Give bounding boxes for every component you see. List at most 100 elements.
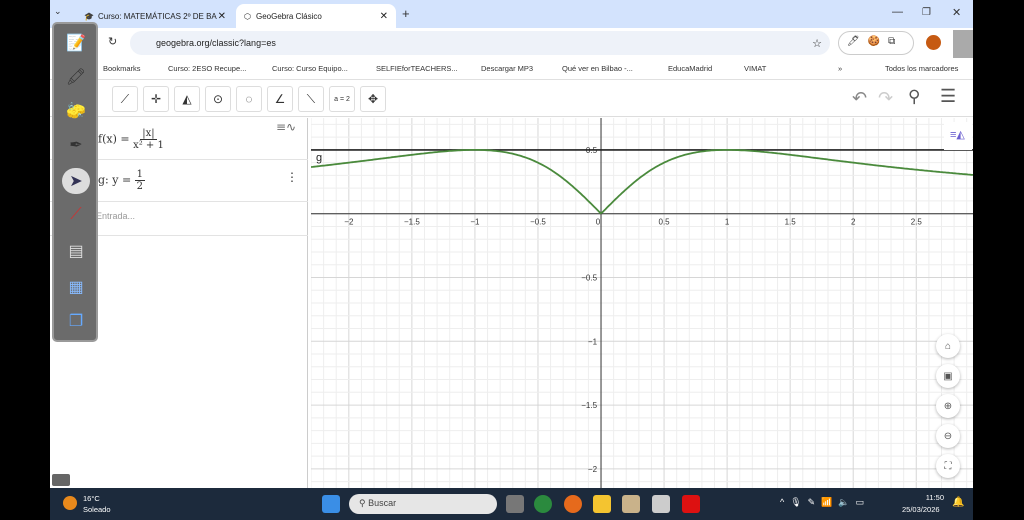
screen-capture-icon[interactable]: ▦ bbox=[62, 274, 90, 300]
tab-bar: ⌄ 🎓 Curso: MATEMÁTICAS 2º DE BA ✕ ⬡ GeoGebr… bbox=[50, 0, 973, 28]
y-tick-label: −2 bbox=[588, 465, 598, 474]
x-tick-label: 2 bbox=[851, 218, 856, 227]
search-label: Buscar bbox=[368, 498, 397, 508]
x-tick-label: 0 bbox=[596, 218, 601, 227]
keyboard-tool-icon[interactable]: ▤ bbox=[62, 238, 90, 264]
bookmark-item[interactable]: Bookmarks bbox=[103, 64, 141, 73]
bookmark-star-icon[interactable]: ☆ bbox=[812, 37, 822, 50]
close-window-button[interactable]: ✕ bbox=[952, 6, 961, 19]
g-fraction: 12 bbox=[134, 169, 146, 192]
firefox-icon[interactable] bbox=[564, 495, 582, 513]
graphics-view[interactable]: −2−1.5−1−0.500.511.522.50.5−0.5−1−1.5−2g bbox=[311, 118, 973, 488]
more-options-icon[interactable]: ⋮ bbox=[286, 170, 298, 184]
address-bar-row: ↻ geogebra.org/classic?lang=es ☆ 🖊🍪⧉ bbox=[50, 28, 973, 58]
window-switch-icon[interactable]: ❐ bbox=[62, 308, 90, 334]
start-button[interactable] bbox=[322, 495, 340, 513]
graduation-cap-icon: 🎓 bbox=[84, 11, 94, 21]
acrobat-icon[interactable] bbox=[682, 495, 700, 513]
line-g-label: g bbox=[316, 152, 322, 164]
algebra-style-icon[interactable]: ≡∿ bbox=[276, 120, 304, 146]
y-tick-label: −1 bbox=[588, 337, 598, 346]
restore-button[interactable]: ❐ bbox=[922, 7, 931, 18]
close-tab-icon[interactable]: ✕ bbox=[218, 11, 226, 22]
x-tick-label: −0.5 bbox=[530, 218, 546, 227]
f-lhs: f(x) = bbox=[98, 132, 130, 146]
y-tick-label: −0.5 bbox=[581, 273, 597, 282]
f-denominator: x² + 1 bbox=[133, 140, 164, 151]
redo-icon[interactable]: ↷ bbox=[878, 88, 893, 109]
tool-polygon[interactable]: ◭ bbox=[174, 86, 200, 112]
curve-f bbox=[311, 149, 973, 215]
file-explorer-icon[interactable] bbox=[593, 495, 611, 513]
f-fraction: |x| x² + 1 bbox=[133, 128, 164, 151]
notepad-icon[interactable]: 📝 bbox=[62, 30, 90, 56]
menu-icon[interactable]: ☰ bbox=[940, 86, 956, 107]
g-lhs: g: y = bbox=[98, 173, 132, 187]
tab-geogebra[interactable]: ⬡ GeoGebra Clásico ✕ bbox=[236, 4, 396, 28]
new-tab-button[interactable]: + bbox=[402, 6, 410, 21]
tab-label: Curso: MATEMÁTICAS 2º DE BA bbox=[97, 11, 217, 21]
side-panel-icon[interactable] bbox=[953, 30, 973, 58]
weather-temp: 16°C bbox=[83, 494, 100, 503]
keyboard-icon[interactable] bbox=[52, 474, 70, 486]
bookmark-folder[interactable]: VIMAT bbox=[744, 64, 766, 73]
tool-conic[interactable]: ◌ bbox=[236, 86, 262, 112]
more-bookmarks-button[interactable]: » bbox=[838, 64, 842, 73]
pointer-icon[interactable]: ➤ bbox=[62, 168, 90, 194]
bookmarks-bar: Bookmarks Curso: 2ESO Recupe... Curso: C… bbox=[50, 58, 973, 80]
tool-circle[interactable]: ⊙ bbox=[205, 86, 231, 112]
x-tick-label: 1.5 bbox=[785, 218, 797, 227]
notifications-icon[interactable]: 🔔 bbox=[952, 497, 964, 508]
zoom-out-button[interactable]: ⊖ bbox=[936, 424, 960, 448]
task-view-icon[interactable] bbox=[506, 495, 524, 513]
home-button[interactable]: ⌂ bbox=[936, 334, 960, 358]
tool-slider[interactable]: a = 2 bbox=[329, 86, 355, 112]
tool-perpendicular[interactable]: ✛ bbox=[143, 86, 169, 112]
bookmark-item[interactable]: SELFIEforTEACHERS... bbox=[376, 64, 458, 73]
clock-time[interactable]: 11:50 bbox=[924, 493, 944, 502]
bookmark-item[interactable]: Curso: Curso Equipo... bbox=[272, 64, 348, 73]
bookmark-item[interactable]: Curso: 2ESO Recupe... bbox=[168, 64, 246, 73]
search-icon[interactable]: ⚲ bbox=[908, 87, 920, 107]
url-text: geogebra.org/classic?lang=es bbox=[156, 38, 276, 48]
highlighter-icon[interactable]: ✒ bbox=[62, 132, 90, 158]
tab-curso[interactable]: 🎓 Curso: MATEMÁTICAS 2º DE BA ✕ bbox=[76, 4, 234, 28]
undo-icon[interactable]: ↶ bbox=[852, 88, 867, 109]
x-tick-label: 0.5 bbox=[659, 218, 671, 227]
clock-date[interactable]: 25/03/2026 bbox=[902, 505, 940, 514]
f-numerator: |x| bbox=[140, 128, 157, 140]
x-tick-label: 1 bbox=[725, 218, 730, 227]
url-field[interactable]: geogebra.org/classic?lang=es ☆ bbox=[130, 31, 830, 55]
graphics-style-icon[interactable]: ≡◭ bbox=[944, 122, 972, 150]
bookmark-item[interactable]: Descargar MP3 bbox=[481, 64, 533, 73]
weather-text[interactable]: Soleado bbox=[83, 505, 111, 514]
bookmark-item[interactable]: Qué ver en Bilbao -... bbox=[562, 64, 633, 73]
bookmark-folder[interactable]: EducaMadrid bbox=[668, 64, 712, 73]
eraser-icon[interactable]: 🧽 bbox=[62, 98, 90, 124]
zoom-in-button[interactable]: ⊕ bbox=[936, 394, 960, 418]
extensions-group[interactable]: 🖊🍪⧉ bbox=[838, 31, 914, 55]
chrome-icon[interactable] bbox=[534, 495, 552, 513]
x-tick-label: −2 bbox=[344, 218, 354, 227]
tool-angle[interactable]: ∠ bbox=[267, 86, 293, 112]
close-tab-icon[interactable]: ✕ bbox=[380, 11, 388, 22]
geogebra-toolbar: ⟋ ✛ ◭ ⊙ ◌ ∠ ⟍ a = 2 ✥ ↶ ↷ ⚲ ☰ bbox=[50, 82, 973, 117]
tool-reflect[interactable]: ⟍ bbox=[298, 86, 324, 112]
all-bookmarks-folder[interactable]: Todos los marcadores bbox=[885, 64, 958, 73]
tool-move-view[interactable]: ✥ bbox=[360, 86, 386, 112]
fullscreen-button[interactable]: ⛶ bbox=[936, 454, 960, 478]
minimize-button[interactable]: — bbox=[892, 6, 903, 18]
tool-line[interactable]: ⟋ bbox=[112, 86, 138, 112]
line-tool-icon[interactable]: ⟋ bbox=[62, 202, 90, 228]
profile-avatar[interactable] bbox=[926, 35, 941, 50]
system-tray-icons[interactable]: ^🎙✎📶🔈▭ bbox=[780, 497, 870, 508]
graphics-settings-button[interactable]: ▣ bbox=[936, 364, 960, 388]
app-icon[interactable] bbox=[652, 495, 670, 513]
reload-icon[interactable]: ↻ bbox=[108, 35, 117, 48]
taskbar-search[interactable]: ⚲ Buscar bbox=[349, 494, 497, 514]
app-icon[interactable] bbox=[622, 495, 640, 513]
browser-window: ⌄ 🎓 Curso: MATEMÁTICAS 2º DE BA ✕ ⬡ GeoGebr… bbox=[50, 0, 973, 488]
tab-list-button[interactable]: ⌄ bbox=[54, 6, 62, 17]
pen-icon[interactable]: 🖍 bbox=[62, 64, 90, 90]
g-denominator: 2 bbox=[136, 181, 144, 192]
